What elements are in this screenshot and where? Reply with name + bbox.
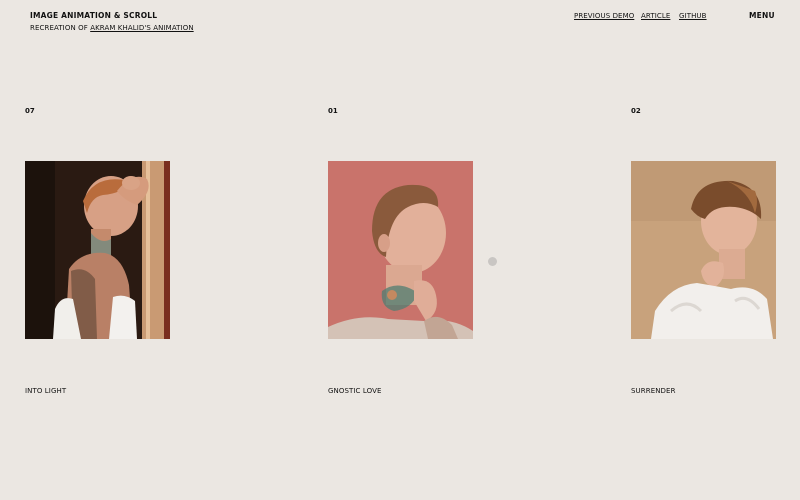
article-link[interactable]: ARTICLE bbox=[641, 11, 670, 21]
previous-demo-link[interactable]: PREVIOUS DEMO bbox=[574, 11, 634, 21]
akram-khalid-link[interactable]: AKRAM KHALID'S ANIMATION bbox=[90, 24, 193, 32]
portrait-photo bbox=[328, 161, 473, 339]
item-title: SURRENDER bbox=[631, 387, 676, 395]
page-title: IMAGE ANIMATION & SCROLL bbox=[30, 11, 158, 20]
item-number: 07 bbox=[25, 107, 35, 115]
github-link[interactable]: GITHUB bbox=[679, 11, 707, 21]
item-number: 01 bbox=[328, 107, 338, 115]
item-title: INTO LIGHT bbox=[25, 387, 67, 395]
gallery-image[interactable] bbox=[328, 161, 473, 339]
item-number: 02 bbox=[631, 107, 641, 115]
menu-button[interactable]: MENU bbox=[749, 11, 775, 21]
page-subtitle: RECREATION OF AKRAM KHALID'S ANIMATION bbox=[30, 23, 194, 33]
portrait-photo bbox=[25, 161, 170, 339]
portrait-photo bbox=[631, 161, 776, 339]
subtitle-prefix: RECREATION OF bbox=[30, 24, 88, 32]
gallery-image[interactable] bbox=[25, 161, 170, 339]
cursor-dot bbox=[488, 257, 497, 266]
item-title: GNOSTIC LOVE bbox=[328, 387, 382, 395]
gallery-image[interactable] bbox=[631, 161, 776, 339]
